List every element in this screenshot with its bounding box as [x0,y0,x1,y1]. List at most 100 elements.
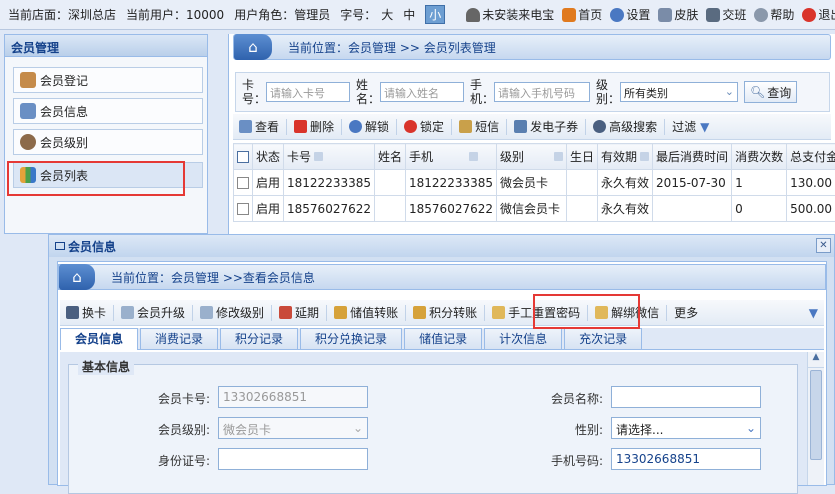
select-all-icon[interactable] [234,144,253,170]
phone-field[interactable]: 13302668851 [611,448,761,470]
font-size-label: 字号： [340,6,376,23]
home-link[interactable]: 首页 [562,6,602,23]
id-field[interactable] [218,448,368,470]
sidebar-item-info[interactable]: 会员信息 [13,98,203,124]
skin-link[interactable]: 皮肤 [658,6,698,23]
name-input[interactable]: 请输入姓名 [380,82,464,102]
dialog-body: ⌂ 当前位置：会员管理 >>查看会员信息 换卡 会员升级 修改级别 延期 储值转… [57,261,827,486]
sidebar-item-register[interactable]: 会员登记 [13,67,203,93]
form-area: 基本信息 会员卡号: 13302668851 会员名称: 会员级别: 微会员卡⌄… [60,352,824,485]
sms-icon [459,120,472,133]
tab-points-records[interactable]: 积分记录 [220,328,298,349]
view-icon [239,120,252,133]
top-bar: 当前店面：深圳总店 当前用户：10000 用户角色：管理员 字号： 大 中 小 … [0,0,835,30]
help-icon [754,8,768,22]
col-last-consume[interactable]: 最后消费时间 [653,144,732,170]
settings-link[interactable]: 设置 [610,6,650,23]
points-icon [413,306,426,319]
lock-button[interactable]: 锁定 [398,116,450,138]
phone-label: 手机号码: [523,452,603,469]
coupon-icon [514,120,527,133]
col-consume-count[interactable]: 消费次数 [732,144,787,170]
window-icon [55,242,65,250]
shift-link[interactable]: 交班 [706,6,746,23]
close-icon[interactable]: ✕ [816,238,831,253]
upgrade-button[interactable]: 会员升级 [115,302,191,324]
store-label: 当前店面：深圳总店 [8,6,116,23]
row-checkbox[interactable] [237,203,249,215]
tab-count-info[interactable]: 计次信息 [484,328,562,349]
card-icon [66,306,79,319]
tab-consume-records[interactable]: 消费记录 [140,328,218,349]
help-link[interactable]: 帮助 [754,6,794,23]
chevron-down-icon: ⌄ [746,421,756,435]
member-level-icon [20,134,36,150]
points-transfer-button[interactable]: 积分转账 [407,302,483,324]
user-settings-icon [610,8,624,22]
filter-button[interactable]: 过滤▼ [666,116,715,138]
chevron-down-icon: ⌄ [353,421,363,435]
name-label: 会员名称: [523,390,603,407]
phone-input[interactable]: 请输入手机号码 [494,82,590,102]
change-card-button[interactable]: 换卡 [60,302,112,324]
name-label: 姓名： [356,78,380,106]
unlock-button[interactable]: 解锁 [343,116,395,138]
extend-button[interactable]: 延期 [273,302,325,324]
col-status[interactable]: 状态 [253,144,284,170]
sidebar-item-level[interactable]: 会员级别 [13,129,203,155]
level-label: 级别： [596,78,620,106]
col-phone[interactable]: 手机 [406,144,497,170]
level-select[interactable]: 所有类别⌄ [620,82,738,102]
row-checkbox[interactable] [237,177,249,189]
font-size-small[interactable]: 小 [425,5,445,24]
chevron-down-icon: ⌄ [725,85,734,99]
send-coupon-button[interactable]: 发电子券 [508,116,584,138]
col-total-paid[interactable]: 总支付金 [787,144,835,170]
home-icon[interactable]: ⌂ [234,34,272,60]
scroll-up-icon[interactable]: ▲ [808,352,824,368]
view-button[interactable]: 查看 [233,116,285,138]
col-level[interactable]: 级别 [497,144,567,170]
phone-link[interactable]: 未安装来电宝 [466,6,554,23]
transfer-icon [334,306,347,319]
level-field[interactable]: 微会员卡⌄ [218,417,368,439]
sort-icon [314,152,323,161]
scroll-thumb[interactable] [810,370,822,460]
highlight-box-reset-password [533,294,640,329]
dialog-tabs: 会员信息 消费记录 积分记录 积分兑换记录 储值记录 计次信息 充次记录 [60,328,824,350]
logout-link[interactable]: 退出 [802,6,835,23]
name-field[interactable] [611,386,761,408]
list-toolbar: 查看 删除 解锁 锁定 短信 发电子券 高级搜索 过滤▼ [233,114,831,140]
level-label: 会员级别: [130,421,210,438]
tab-member-info[interactable]: 会员信息 [60,328,138,350]
more-button[interactable]: 更多▼ [668,302,824,324]
col-expiry[interactable]: 有效期 [598,144,653,170]
gender-select[interactable]: 请选择...⌄ [611,417,761,439]
advanced-search-button[interactable]: 高级搜索 [587,116,663,138]
tab-recharge-count[interactable]: 充次记录 [564,328,642,349]
stored-transfer-button[interactable]: 储值转账 [328,302,404,324]
gender-label: 性别: [523,421,603,438]
phone-label: 手机： [470,78,494,106]
phone-icon [466,8,480,22]
change-level-button[interactable]: 修改级别 [194,302,270,324]
delete-button[interactable]: 删除 [288,116,340,138]
tab-stored-records[interactable]: 储值记录 [404,328,482,349]
card-no-input[interactable]: 请输入卡号 [266,82,350,102]
tab-points-exchange[interactable]: 积分兑换记录 [300,328,402,349]
font-size-large[interactable]: 大 [381,6,393,23]
table-row[interactable]: 启用 18576027622 18576027622 微信会员卡 永久有效 0 … [234,196,835,222]
card-no-field[interactable]: 13302668851 [218,386,368,408]
dialog-scrollbar[interactable]: ▲ [807,352,824,485]
col-card-no[interactable]: 卡号 [284,144,375,170]
col-name[interactable]: 姓名 [375,144,406,170]
card-no-label: 会员卡号: [130,390,210,407]
col-birthday[interactable]: 生日 [567,144,598,170]
query-button[interactable]: 🔍︎查询 [744,81,797,103]
search-row: 卡号： 请输入卡号 姓名： 请输入姓名 手机： 请输入手机号码 级别： 所有类别… [235,72,830,112]
home-icon[interactable]: ⌂ [59,264,95,290]
member-card-icon [20,103,36,119]
table-row[interactable]: 启用 18122233385 18122233385 微会员卡 永久有效 201… [234,170,835,196]
font-size-medium[interactable]: 中 [403,6,415,23]
sms-button[interactable]: 短信 [453,116,505,138]
